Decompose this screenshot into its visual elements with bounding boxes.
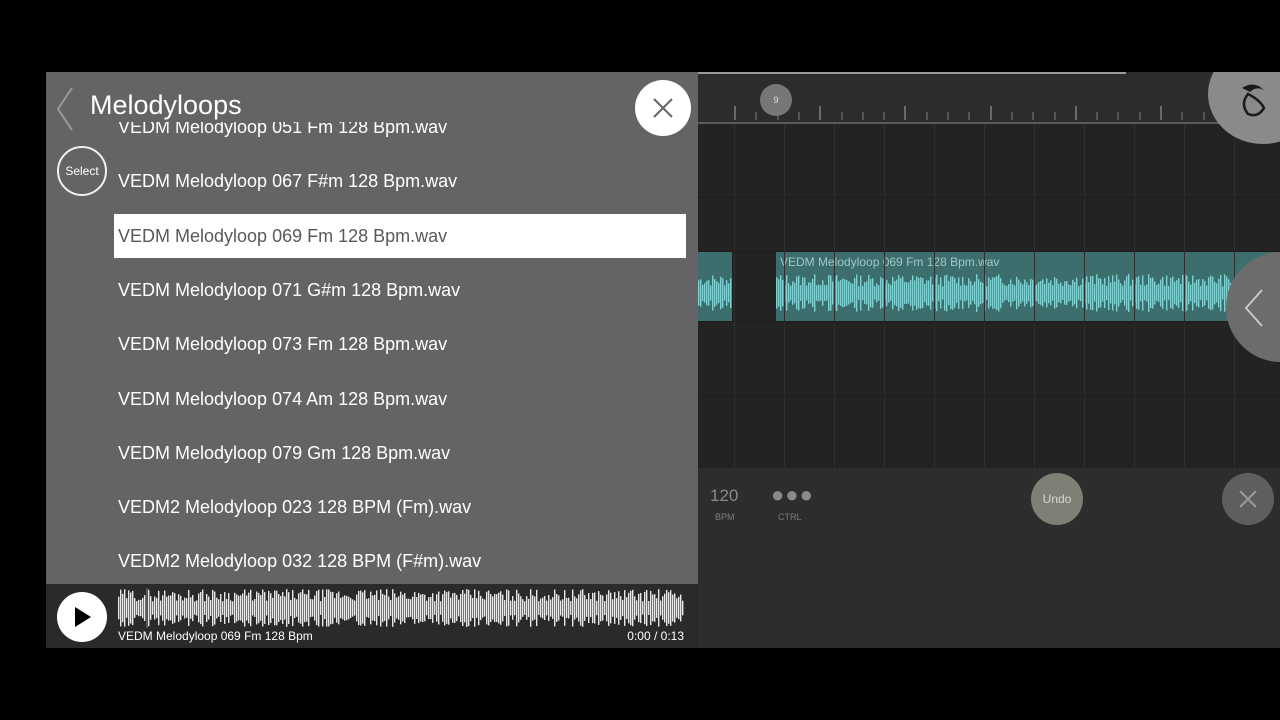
panel-title: Melodyloops [90,90,242,120]
bottom-toolbar: 120 BPM ●●● CTRL Undo [698,468,1280,648]
undo-button[interactable]: Undo [1031,473,1083,525]
select-button[interactable]: Select [57,146,107,196]
app-window: 9 VEDM Melodyloop 069 Fm 128 Bpm.wav 120… [46,72,1280,648]
audio-clip[interactable]: VEDM Melodyloop 069 Fm 128 Bpm.wav [776,251,1280,321]
chevron-left-icon [1244,289,1263,327]
file-list: VEDM Melodyloop 051 Fm 128 Bpm.wav VEDM M… [114,122,686,584]
back-button[interactable] [54,86,76,137]
file-list-item[interactable]: VEDM Melodyloop 067 F#m 128 Bpm.wav [114,159,686,203]
file-list-item[interactable]: VEDM Melodyloop 069 Fm 128 Bpm.wav [114,213,686,258]
file-list-item[interactable]: VEDM Melodyloop 073 Fm 128 Bpm.wav [114,322,686,366]
tempo-label: BPM [715,512,735,522]
browser-panel: Melodyloops Select VEDM Melodyloop 051 F… [46,72,698,584]
tempo-value[interactable]: 120 [710,486,738,506]
track-lanes[interactable]: VEDM Melodyloop 069 Fm 128 Bpm.wav [698,124,1280,468]
file-list-item[interactable]: VEDM Melodyloop 071 G#m 128 Bpm.wav [114,268,686,312]
file-list-item[interactable]: VEDM Melodyloop 074 Am 128 Bpm.wav [114,377,686,421]
preview-time: 0:00 / 0:13 [627,629,684,643]
file-list-item[interactable]: VEDM Melodyloop 079 Gm 128 Bpm.wav [114,431,686,475]
file-list-item[interactable]: VEDM Melodyloop 051 Fm 128 Bpm.wav [114,122,686,149]
ctrl-dots-icon[interactable]: ●●● [771,482,814,508]
preview-file-name: VEDM Melodyloop 069 Fm 128 Bpm [118,629,313,643]
clip-title: VEDM Melodyloop 069 Fm 128 Bpm.wav [780,255,1000,269]
close-icon [653,98,673,118]
preview-player: VEDM Melodyloop 069 Fm 128 Bpm 0:00 / 0:… [46,584,698,648]
close-icon[interactable] [1222,473,1274,525]
preview-waveform[interactable] [118,588,684,628]
audio-clip-partial[interactable] [698,251,732,321]
play-button[interactable] [57,592,107,642]
play-icon [75,607,91,627]
file-list-item[interactable]: VEDM2 Melodyloop 023 128 BPM (Fm).wav [114,485,686,529]
playlist-area: 9 VEDM Melodyloop 069 Fm 128 Bpm.wav 120… [698,72,1280,648]
chevron-left-icon [56,87,73,131]
file-list-item[interactable]: VEDM2 Melodyloop 032 128 BPM (F#m).wav [114,539,686,583]
ctrl-label: CTRL [778,512,802,522]
bar-marker[interactable]: 9 [760,84,792,116]
